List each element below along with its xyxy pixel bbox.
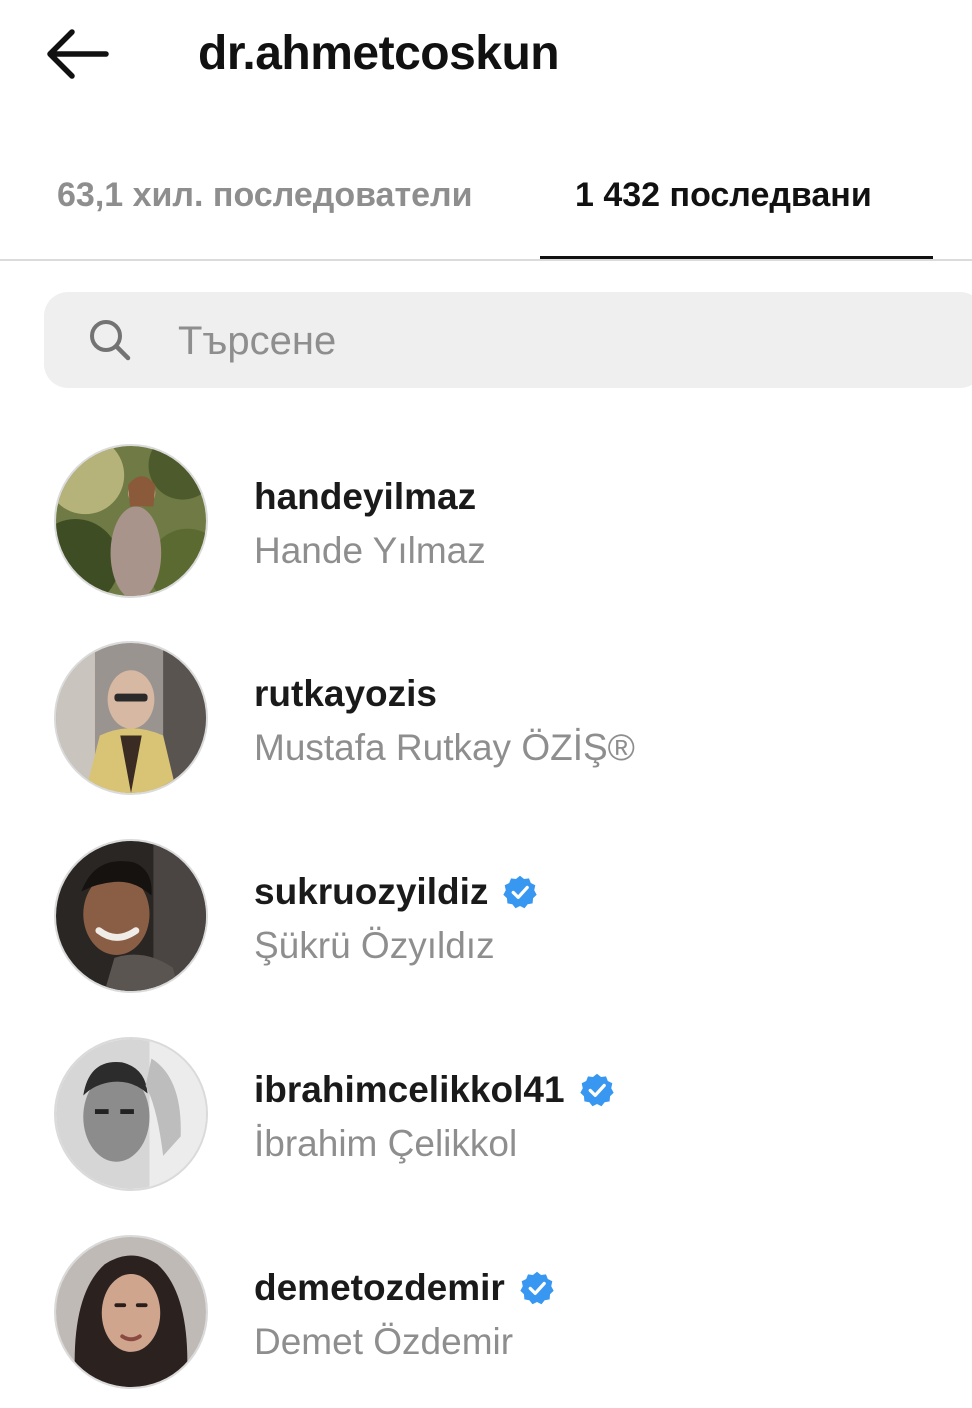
list-item-demetozdemir[interactable]: demetozdemir Demet Özdemir [0,1235,972,1408]
avatar[interactable] [54,641,208,795]
tab-followers[interactable]: 63,1 хил. последователи [57,170,473,220]
verified-badge-icon [503,875,538,909]
username: handeyilmaz [254,476,477,517]
following-page: dr.ahmetcoskun 63,1 хил. последователи 1… [0,0,972,1408]
back-button[interactable] [42,26,112,82]
username: rutkayozis [254,673,438,714]
verified-badge-icon [520,1271,554,1305]
tab-following[interactable]: 1 432 последвани [575,170,872,220]
avatar[interactable] [54,839,208,993]
username-row: ibrahimcelikkol41 [254,1067,615,1113]
verified-badge-icon [579,1073,614,1107]
search-bar[interactable] [44,292,972,388]
tab-bar: 63,1 хил. последователи 1 432 последвани [0,150,972,262]
list-item-rutkayozis[interactable]: rutkayozis Mustafa Rutkay ÖZİŞ® [0,641,972,831]
username: ibrahimcelikkol41 [254,1069,565,1110]
search-input[interactable] [176,310,940,372]
search-icon [90,320,131,361]
avatar[interactable] [54,1235,208,1389]
username-row: demetozdemir [254,1265,555,1311]
full-name: İbrahim Çelikkol [254,1123,518,1164]
divider [0,259,972,261]
full-name: Hande Yılmaz [254,530,486,571]
username-row: sukruozyildiz [254,869,538,915]
full-name: Şükrü Özyıldız [254,925,495,966]
header: dr.ahmetcoskun [0,0,972,110]
avatar[interactable] [54,444,208,598]
list-item-handeyilmaz[interactable]: handeyilmaz Hande Yılmaz [0,444,972,634]
page-title: dr.ahmetcoskun [198,27,560,80]
list-item-sukruozyildiz[interactable]: sukruozyildiz Şükrü Özyıldız [0,839,972,1029]
username-row: handeyilmaz [254,474,476,520]
full-name: Mustafa Rutkay ÖZİŞ® [254,727,635,768]
username-row: rutkayozis [254,671,437,717]
list-item-ibrahimcelikkol41[interactable]: ibrahimcelikkol41 İbrahim Çelikkol [0,1037,972,1227]
avatar[interactable] [54,1037,208,1191]
username: demetozdemir [254,1267,505,1308]
full-name: Demet Özdemir [254,1321,514,1362]
username: sukruozyildiz [254,871,489,912]
arrow-left-icon [47,29,109,79]
